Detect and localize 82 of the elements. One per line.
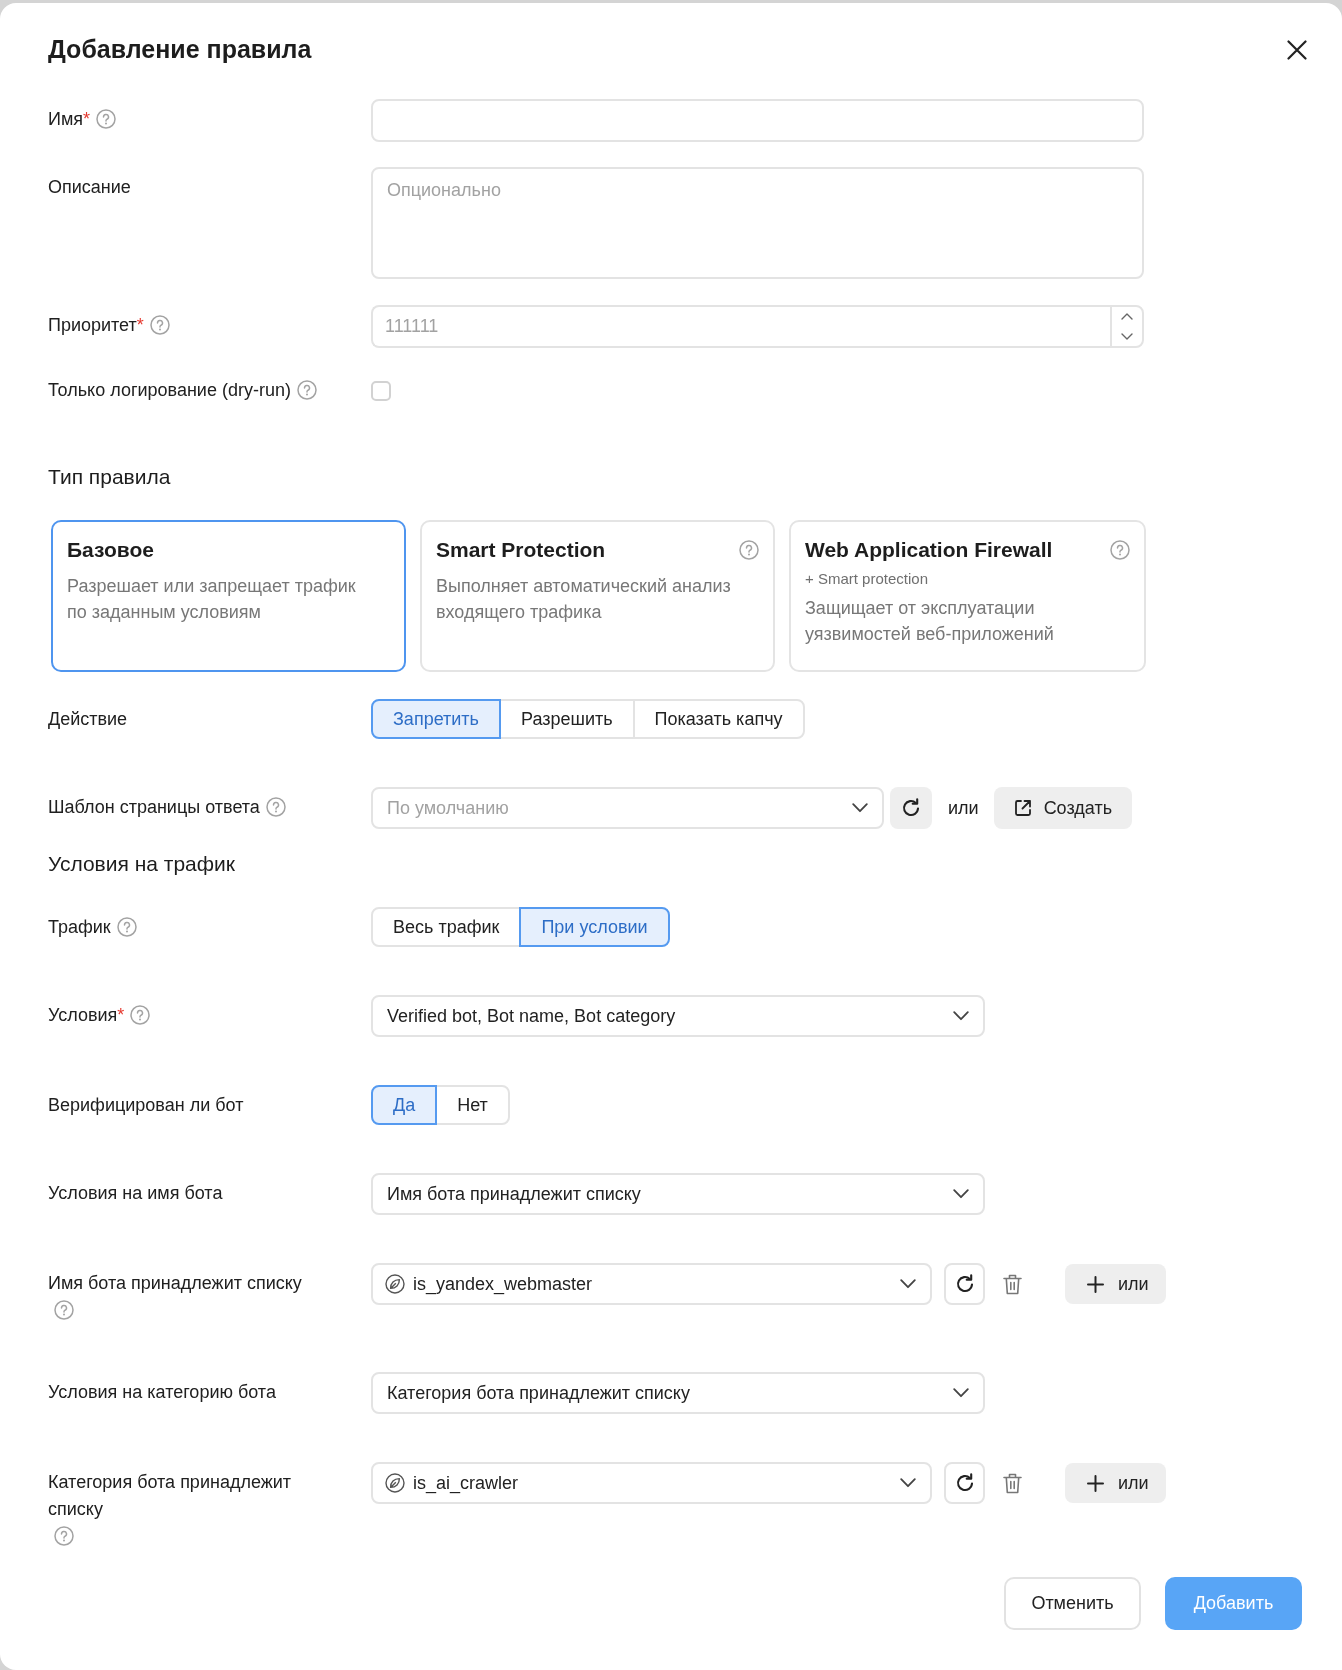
required-mark: * — [117, 1005, 125, 1025]
checkbox[interactable] — [371, 381, 391, 401]
refresh-button[interactable] — [890, 787, 932, 829]
field-label: Описание — [48, 176, 131, 199]
segment-button[interactable]: Запретить — [371, 699, 501, 739]
card-description: Разрешает или запрещает трафик по заданным условиям — [67, 575, 357, 624]
help-icon[interactable] — [96, 109, 117, 129]
help-icon[interactable] — [54, 1526, 74, 1546]
rule-type-card[interactable]: Web Application Firewall + Smart protection Защищает от эксплуатации уязвимостей веб-приложений — [789, 520, 1146, 672]
segment-button[interactable]: Да — [371, 1085, 438, 1125]
dropdown-select[interactable]: Категория бота принадлежит списку — [371, 1372, 985, 1414]
text-input[interactable] — [371, 99, 1144, 142]
field-label: Верифицирован ли бот — [48, 1094, 244, 1117]
chevron-down-icon[interactable] — [953, 1189, 969, 1199]
card-title: Базовое — [67, 537, 154, 564]
field-label: Имя бота принадлежит списку — [48, 1272, 302, 1295]
chevron-down-icon[interactable] — [900, 1478, 916, 1488]
close-icon[interactable] — [1287, 40, 1307, 60]
field-label: Действие — [48, 708, 128, 731]
dropdown-select[interactable]: Имя бота принадлежит списку — [371, 1173, 985, 1215]
add-or-button[interactable]: или — [1065, 1264, 1166, 1304]
chevron-down-icon[interactable] — [900, 1279, 916, 1289]
segment-button[interactable]: Нет — [435, 1085, 510, 1125]
description-textarea[interactable]: Опционально — [371, 167, 1144, 279]
segment-button[interactable]: Разрешить — [499, 699, 635, 739]
leaf-circle-icon — [385, 1274, 405, 1294]
field-label: Категория бота принадлежит списку — [48, 1471, 293, 1521]
rule-type-card[interactable]: Базовое Разрешает или запрещает трафик по заданным условиям — [51, 520, 406, 672]
dropdown-select[interactable]: is_yandex_webmaster — [371, 1263, 932, 1305]
help-icon[interactable] — [149, 315, 170, 335]
dropdown-select[interactable]: Verified bot, Bot name, Bot category — [371, 995, 985, 1037]
help-icon[interactable] — [54, 1300, 74, 1320]
refresh-button[interactable] — [944, 1263, 985, 1305]
or-text: или — [948, 796, 979, 820]
trash-icon[interactable] — [1003, 1472, 1022, 1494]
section-heading: Тип правила — [48, 464, 172, 490]
segment-button[interactable]: Показать капчу — [632, 699, 805, 739]
add-or-button[interactable]: или — [1065, 1463, 1166, 1503]
chevron-up-icon[interactable] — [1121, 313, 1133, 321]
refresh-icon — [901, 798, 921, 818]
field-label: Шаблон страницы ответа — [48, 796, 260, 819]
number-input[interactable]: 111111 — [371, 305, 1110, 348]
card-description: Защищает от эксплуатации уязвимостей веб-приложений — [805, 597, 1055, 646]
refresh-icon — [954, 1274, 975, 1294]
field-label: Имя — [48, 108, 84, 131]
trash-icon[interactable] — [1003, 1273, 1022, 1295]
refresh-button[interactable] — [944, 1462, 985, 1504]
create-button[interactable]: Создать — [993, 787, 1133, 829]
field-label: Условия на категорию бота — [48, 1381, 276, 1404]
segment-button[interactable]: Весь трафик — [371, 907, 522, 947]
help-icon[interactable] — [116, 917, 137, 937]
required-mark: * — [83, 109, 91, 129]
rule-type-card[interactable]: Smart Protection Выполняет автоматический анализ входящего трафика — [420, 520, 775, 672]
field-label: Условия на имя бота — [48, 1182, 223, 1205]
dropdown-select[interactable]: is_ai_crawler — [371, 1462, 932, 1504]
help-icon[interactable] — [265, 797, 286, 817]
chevron-down-icon[interactable] — [953, 1011, 969, 1021]
field-label: Условия — [48, 1004, 118, 1027]
help-icon[interactable] — [296, 380, 317, 400]
dialog-title: Добавление правила — [48, 34, 312, 66]
field-label: Приоритет — [48, 314, 137, 337]
chevron-down-icon[interactable] — [1121, 332, 1133, 340]
plus-icon — [1087, 1474, 1104, 1492]
cancel-button[interactable]: Отменить — [1004, 1577, 1141, 1630]
help-icon[interactable] — [739, 540, 759, 560]
segment-button[interactable]: При условии — [519, 907, 670, 947]
chevron-down-icon[interactable] — [953, 1388, 969, 1398]
required-mark: * — [136, 315, 144, 335]
card-subtitle: + Smart protection — [805, 569, 929, 589]
refresh-icon — [954, 1473, 975, 1493]
card-title: Smart Protection — [436, 537, 606, 564]
leaf-circle-icon — [385, 1473, 405, 1493]
plus-icon — [1087, 1275, 1104, 1293]
card-description: Выполняет автоматический анализ входящего трафика — [436, 575, 732, 624]
chevron-down-icon[interactable] — [852, 803, 868, 813]
help-icon[interactable] — [130, 1005, 151, 1025]
external-link-icon — [1013, 799, 1032, 817]
field-label: Только логирование (dry-run) — [48, 379, 291, 402]
section-heading: Условия на трафик — [48, 851, 236, 877]
help-icon[interactable] — [1110, 540, 1130, 560]
card-title: Web Application Firewall — [805, 537, 1053, 564]
field-label: Трафик — [48, 916, 111, 939]
